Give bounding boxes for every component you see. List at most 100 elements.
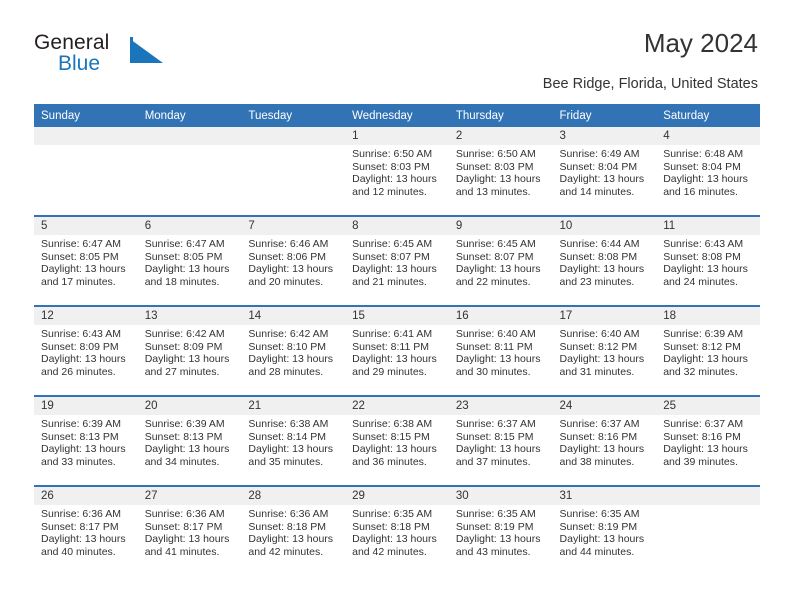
sunset-text: Sunset: 8:15 PM <box>352 430 430 443</box>
sunset-text: Sunset: 8:18 PM <box>352 520 430 533</box>
day-cell-inner: 11 Sunrise: 6:43 AM Sunset: 8:08 PM Dayligh… <box>656 217 760 305</box>
calendar-day-cell[interactable]: 5 Sunrise: 6:47 AM Sunset: 8:05 PM Daylight… <box>34 215 138 306</box>
calendar-day-cell[interactable]: 6 Sunrise: 6:47 AM Sunset: 8:05 PM Daylight… <box>137 215 242 306</box>
day-cell-inner: 6 Sunrise: 6:47 AM Sunset: 8:05 PM Daylight… <box>137 217 242 305</box>
calendar-day-cell[interactable]: 4 Sunrise: 6:48 AM Sunset: 8:04 PM Daylight… <box>656 127 760 216</box>
calendar-cell-empty <box>241 127 346 216</box>
sunrise-text: Sunrise: 6:45 AM <box>352 238 433 250</box>
sunrise-text: Sunrise: 6:37 AM <box>455 418 536 430</box>
day-number: 5 <box>34 217 138 235</box>
daylight-text-line2: and 17 minutes. <box>41 275 116 288</box>
calendar-day-cell[interactable]: 25 Sunrise: 6:37 AM Sunset: 8:16 PM Dayligh… <box>656 395 760 486</box>
weekday-header-monday: Monday <box>137 104 242 127</box>
sunrise-text: Sunrise: 6:35 AM <box>455 508 536 520</box>
daylight-text-line2: and 36 minutes. <box>352 455 427 468</box>
day-cell-inner: 23 Sunrise: 6:37 AM Sunset: 8:15 PM Dayligh… <box>448 397 553 485</box>
calendar-day-cell[interactable]: 31 Sunrise: 6:35 AM Sunset: 8:19 PM Dayligh… <box>552 485 657 575</box>
daylight-text-line2: and 30 minutes. <box>455 365 531 378</box>
sunset-text: Sunset: 8:04 PM <box>559 160 638 173</box>
daylight-text-line2: and 41 minutes. <box>144 545 220 558</box>
general-blue-logo[interactable]: General Blue <box>34 32 234 84</box>
sunset-text: Sunset: 8:07 PM <box>455 250 534 263</box>
calendar-day-cell[interactable]: 20 Sunrise: 6:39 AM Sunset: 8:13 PM Dayligh… <box>137 395 242 486</box>
daylight-text-line2: and 42 minutes. <box>352 545 427 558</box>
calendar-day-cell[interactable]: 26 Sunrise: 6:36 AM Sunset: 8:17 PM Dayligh… <box>34 485 138 575</box>
calendar-day-cell[interactable]: 12 Sunrise: 6:43 AM Sunset: 8:09 PM Dayligh… <box>34 305 138 396</box>
sunrise-text: Sunrise: 6:35 AM <box>559 508 640 520</box>
sunrise-text: Sunrise: 6:38 AM <box>248 418 329 430</box>
day-number: 18 <box>656 307 760 325</box>
daylight-text-line2: and 22 minutes. <box>455 275 531 288</box>
sunset-text: Sunset: 8:19 PM <box>559 520 638 533</box>
day-details: Sunrise: 6:47 AM Sunset: 8:05 PM Daylight:… <box>138 235 242 288</box>
calendar-day-cell[interactable]: 23 Sunrise: 6:37 AM Sunset: 8:15 PM Dayligh… <box>448 395 553 486</box>
sunrise-text: Sunrise: 6:39 AM <box>41 418 121 430</box>
daylight-text-line2: and 12 minutes. <box>352 185 427 198</box>
sunrise-text: Sunrise: 6:43 AM <box>41 328 121 340</box>
daylight-text-line2: and 42 minutes. <box>248 545 324 558</box>
weekday-header-saturday: Saturday <box>656 104 760 127</box>
calendar-day-cell[interactable]: 7 Sunrise: 6:46 AM Sunset: 8:06 PM Daylight… <box>241 215 346 306</box>
day-number: 3 <box>552 127 657 145</box>
day-details: Sunrise: 6:48 AM Sunset: 8:04 PM Daylight:… <box>656 145 760 198</box>
calendar-day-cell[interactable]: 21 Sunrise: 6:38 AM Sunset: 8:14 PM Dayligh… <box>241 395 346 486</box>
calendar-day-cell[interactable]: 10 Sunrise: 6:44 AM Sunset: 8:08 PM Dayligh… <box>552 215 657 306</box>
day-number: 31 <box>552 487 657 505</box>
weekday-header-tuesday: Tuesday <box>241 104 346 127</box>
calendar-day-cell[interactable]: 11 Sunrise: 6:43 AM Sunset: 8:08 PM Dayligh… <box>656 215 760 306</box>
daylight-text-line1: Daylight: 13 hours <box>455 173 541 186</box>
calendar-day-cell[interactable]: 16 Sunrise: 6:40 AM Sunset: 8:11 PM Dayligh… <box>448 305 553 396</box>
day-cell-inner: 24 Sunrise: 6:37 AM Sunset: 8:16 PM Dayligh… <box>552 397 657 485</box>
day-cell-inner: 2 Sunrise: 6:50 AM Sunset: 8:03 PM Daylight… <box>448 127 553 215</box>
daylight-text-line1: Daylight: 13 hours <box>248 263 334 276</box>
daylight-text-line1: Daylight: 13 hours <box>248 533 334 546</box>
calendar-day-cell[interactable]: 28 Sunrise: 6:36 AM Sunset: 8:18 PM Dayligh… <box>241 485 346 575</box>
calendar-day-cell[interactable]: 3 Sunrise: 6:49 AM Sunset: 8:04 PM Daylight… <box>552 127 657 216</box>
calendar-day-cell[interactable]: 18 Sunrise: 6:39 AM Sunset: 8:12 PM Dayligh… <box>656 305 760 396</box>
calendar-day-cell[interactable]: 13 Sunrise: 6:42 AM Sunset: 8:09 PM Dayligh… <box>137 305 242 396</box>
calendar-day-cell[interactable]: 19 Sunrise: 6:39 AM Sunset: 8:13 PM Dayligh… <box>34 395 138 486</box>
calendar-day-cell[interactable]: 1 Sunrise: 6:50 AM Sunset: 8:03 PM Daylight… <box>345 127 449 216</box>
day-cell-inner: 21 Sunrise: 6:38 AM Sunset: 8:14 PM Dayligh… <box>241 397 346 485</box>
day-details: Sunrise: 6:49 AM Sunset: 8:04 PM Daylight:… <box>553 145 657 198</box>
day-details: Sunrise: 6:40 AM Sunset: 8:12 PM Daylight:… <box>553 325 657 378</box>
day-details: Sunrise: 6:38 AM Sunset: 8:14 PM Daylight:… <box>241 415 345 468</box>
sunset-text: Sunset: 8:14 PM <box>248 430 327 443</box>
calendar-day-cell[interactable]: 2 Sunrise: 6:50 AM Sunset: 8:03 PM Daylight… <box>448 127 553 216</box>
day-details: Sunrise: 6:41 AM Sunset: 8:11 PM Daylight:… <box>345 325 449 378</box>
calendar-cell-empty <box>137 127 242 216</box>
day-cell-inner: 10 Sunrise: 6:44 AM Sunset: 8:08 PM Dayligh… <box>552 217 657 305</box>
calendar-day-cell[interactable]: 17 Sunrise: 6:40 AM Sunset: 8:12 PM Dayligh… <box>552 305 657 396</box>
calendar-day-cell[interactable]: 14 Sunrise: 6:42 AM Sunset: 8:10 PM Dayligh… <box>241 305 346 396</box>
day-number <box>241 127 346 145</box>
daylight-text-line2: and 33 minutes. <box>41 455 116 468</box>
day-number: 16 <box>448 307 553 325</box>
calendar-day-cell[interactable]: 15 Sunrise: 6:41 AM Sunset: 8:11 PM Dayligh… <box>345 305 449 396</box>
calendar-day-cell[interactable]: 27 Sunrise: 6:36 AM Sunset: 8:17 PM Dayligh… <box>137 485 242 575</box>
sunrise-text: Sunrise: 6:42 AM <box>144 328 225 340</box>
sunset-text: Sunset: 8:13 PM <box>41 430 119 443</box>
day-details: Sunrise: 6:44 AM Sunset: 8:08 PM Daylight:… <box>553 235 657 288</box>
calendar-day-cell[interactable]: 30 Sunrise: 6:35 AM Sunset: 8:19 PM Dayligh… <box>448 485 553 575</box>
sunset-text: Sunset: 8:15 PM <box>455 430 534 443</box>
calendar-day-cell[interactable]: 22 Sunrise: 6:38 AM Sunset: 8:15 PM Dayligh… <box>345 395 449 486</box>
day-number: 19 <box>34 397 138 415</box>
daylight-text-line2: and 39 minutes. <box>663 455 738 468</box>
calendar-body: 1 Sunrise: 6:50 AM Sunset: 8:03 PM Daylight… <box>34 127 760 575</box>
calendar-week-row: 19 Sunrise: 6:39 AM Sunset: 8:13 PM Dayligh… <box>34 395 760 486</box>
day-cell-inner: 13 Sunrise: 6:42 AM Sunset: 8:09 PM Dayligh… <box>137 307 242 395</box>
calendar-day-cell[interactable]: 24 Sunrise: 6:37 AM Sunset: 8:16 PM Dayligh… <box>552 395 657 486</box>
daylight-text-line2: and 32 minutes. <box>663 365 738 378</box>
calendar-day-cell[interactable]: 29 Sunrise: 6:35 AM Sunset: 8:18 PM Dayligh… <box>345 485 449 575</box>
calendar-cell-empty <box>34 127 138 216</box>
day-number: 14 <box>241 307 346 325</box>
sunrise-text: Sunrise: 6:47 AM <box>144 238 225 250</box>
sunrise-text: Sunrise: 6:50 AM <box>455 148 536 160</box>
daylight-text-line2: and 23 minutes. <box>559 275 635 288</box>
sunset-text: Sunset: 8:16 PM <box>559 430 638 443</box>
daylight-text-line1: Daylight: 13 hours <box>559 443 645 456</box>
sunset-text: Sunset: 8:17 PM <box>41 520 119 533</box>
day-number: 7 <box>241 217 346 235</box>
calendar-day-cell[interactable]: 9 Sunrise: 6:45 AM Sunset: 8:07 PM Daylight… <box>448 215 553 306</box>
calendar-day-cell[interactable]: 8 Sunrise: 6:45 AM Sunset: 8:07 PM Daylight… <box>345 215 449 306</box>
